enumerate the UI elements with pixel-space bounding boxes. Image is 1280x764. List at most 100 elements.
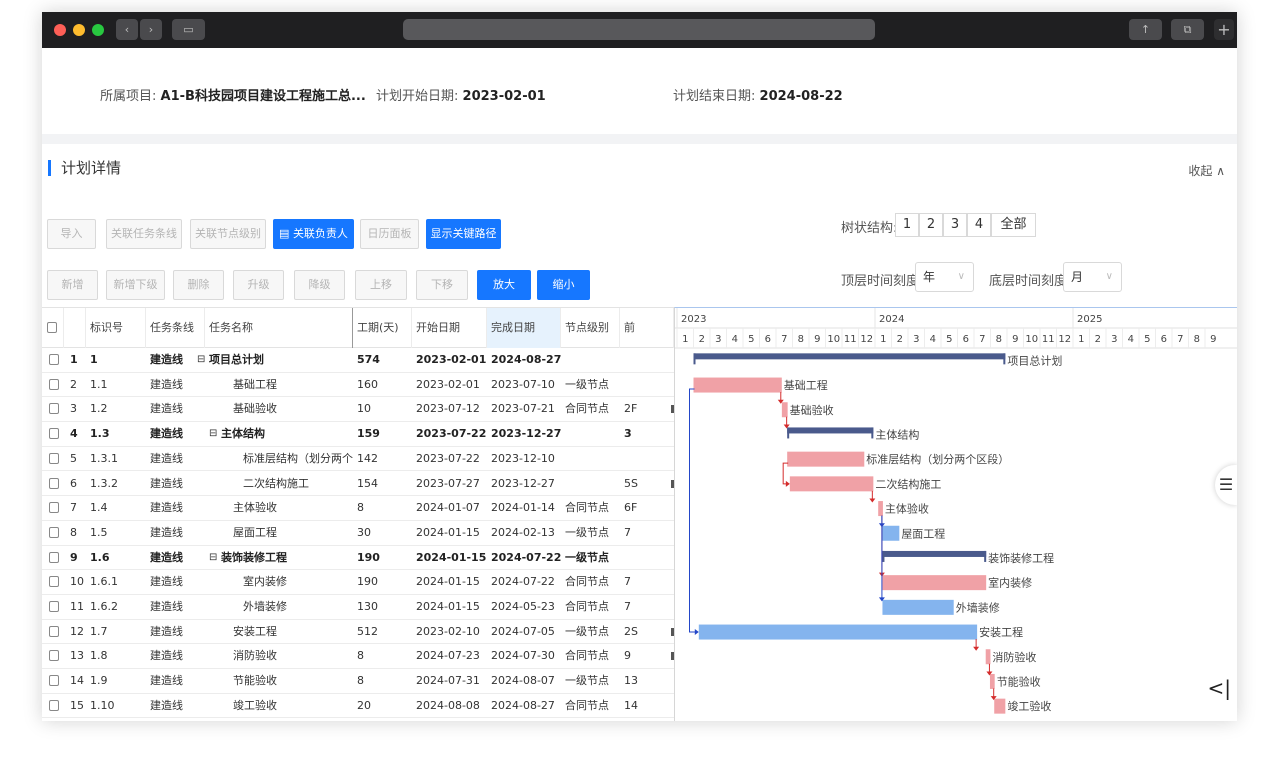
table-row[interactable]: 11 1.6.2 建造线 外墙装修 130 2024-01-15 2024-05-23 合同节… <box>42 595 674 620</box>
col-task-line[interactable]: 任务条线 <box>146 308 205 348</box>
row-checkbox[interactable] <box>49 551 59 563</box>
month-tick-label: 2 <box>1095 334 1101 345</box>
row-checkbox[interactable] <box>49 452 59 464</box>
import-button[interactable]: 导入 <box>47 219 96 249</box>
promote-button[interactable]: 升级 <box>233 270 284 300</box>
gantt-bar-label: 节能验收 <box>997 674 1041 688</box>
task-end-date: 2024-08-27 <box>491 698 555 712</box>
table-row[interactable]: 1 1 建造线 ⊟ 项目总计划 574 2023-02-01 2024-08-27 <box>42 348 674 373</box>
bottom-scale-select[interactable]: 月 ∨ <box>1063 262 1122 292</box>
tree-level-4[interactable]: 4 <box>967 213 991 237</box>
sidebar-toggle-icon[interactable]: ▭ <box>172 19 205 40</box>
zoom-out-button[interactable]: 缩小 <box>537 270 590 300</box>
address-bar[interactable] <box>403 19 875 40</box>
col-start-date[interactable]: 开始日期 <box>412 308 487 348</box>
table-row[interactable]: 5 1.3.1 建造线 标准层结构（划分两个区段 142 2023-07-22 2023-1… <box>42 447 674 472</box>
expand-toggle-icon[interactable]: ⊟ <box>197 348 205 372</box>
row-checkbox[interactable] <box>49 601 59 612</box>
month-tick-label: 8 <box>1194 334 1200 345</box>
gantt-bar-label: 屋面工程 <box>901 527 945 540</box>
table-row[interactable]: 15 1.10 建造线 竣工验收 20 2024-08-08 2024-08-27 合同节点 1… <box>42 694 674 719</box>
delete-button[interactable]: 删除 <box>173 270 224 300</box>
task-node-level: 一级节点 <box>565 674 609 688</box>
minimize-window-button[interactable] <box>73 24 85 36</box>
collapse-panel-icon[interactable]: <| <box>1208 676 1232 700</box>
task-end-date: 2024-01-14 <box>491 501 555 515</box>
row-checkbox[interactable] <box>49 428 59 440</box>
select-all-checkbox[interactable] <box>47 322 57 333</box>
tree-level-3[interactable]: 3 <box>943 213 967 237</box>
month-tick-label: 4 <box>732 334 738 345</box>
show-critical-path-button[interactable]: 显示关键路径 <box>426 219 501 249</box>
col-task-name[interactable]: 任务名称 <box>205 308 353 348</box>
row-checkbox[interactable] <box>49 378 59 390</box>
task-line: 建造线 <box>150 525 183 539</box>
row-number: 7 <box>70 501 77 515</box>
tree-level-1[interactable]: 1 <box>895 213 919 237</box>
expand-toggle-icon[interactable]: ⊟ <box>209 546 217 570</box>
link-owner-button[interactable]: ▤ 关联负责人 <box>273 219 354 249</box>
gantt-bar-label: 主体验收 <box>885 502 929 516</box>
row-checkbox[interactable] <box>49 675 59 687</box>
back-button[interactable]: ‹ <box>116 19 138 40</box>
row-checkbox[interactable] <box>49 699 59 711</box>
row-checkbox[interactable] <box>49 526 59 538</box>
table-row[interactable]: 14 1.9 建造线 节能验收 8 2024-07-31 2024-08-07 一级节点 13 <box>42 669 674 694</box>
tree-structure-label: 树状结构: <box>841 221 898 236</box>
row-checkbox[interactable] <box>49 625 59 637</box>
row-checkbox[interactable] <box>49 403 59 415</box>
row-checkbox[interactable] <box>49 576 59 588</box>
task-duration: 154 <box>357 476 378 490</box>
top-scale-select[interactable]: 年 ∨ <box>915 262 974 292</box>
col-node-level[interactable]: 节点级别 <box>561 308 620 348</box>
col-duration[interactable]: 工期(天) <box>353 308 412 348</box>
person-icon: ▤ <box>279 227 293 240</box>
month-tick-label: 5 <box>748 334 754 345</box>
month-tick-label: 1 <box>1078 334 1084 345</box>
link-task-line-button[interactable]: 关联任务条线 <box>106 219 182 249</box>
table-row[interactable]: 6 1.3.2 建造线 二次结构施工 154 2023-07-27 2023-12-27 5S <box>42 472 674 497</box>
close-window-button[interactable] <box>54 24 66 36</box>
new-tab-button[interactable]: + <box>1214 19 1234 40</box>
gantt-bar-label: 基础验收 <box>790 403 834 417</box>
share-icon[interactable]: ↑ <box>1129 19 1162 40</box>
row-checkbox[interactable] <box>49 477 59 489</box>
add-child-button[interactable]: 新增下级 <box>106 270 165 300</box>
row-checkbox[interactable] <box>49 650 59 662</box>
table-row[interactable]: 7 1.4 建造线 主体验收 8 2024-01-07 2024-01-14 合同节点 6F <box>42 496 674 521</box>
collapse-button[interactable]: 收起 ∧ <box>1188 162 1225 179</box>
row-number: 4 <box>70 427 78 441</box>
select-all-cell[interactable] <box>42 308 64 348</box>
tree-level-all[interactable]: 全部 <box>991 213 1036 237</box>
link-node-level-button[interactable]: 关联节点级别 <box>190 219 266 249</box>
chevron-down-icon: ∨ <box>957 271 965 282</box>
table-row[interactable]: 13 1.8 建造线 消防验收 8 2024-07-23 2024-07-30 合同节点 9 <box>42 644 674 670</box>
forward-button[interactable]: › <box>140 19 162 40</box>
tree-level-2[interactable]: 2 <box>919 213 943 237</box>
table-row[interactable]: 12 1.7 建造线 安装工程 512 2023-02-10 2024-07-05 一级节点 2… <box>42 620 674 645</box>
row-checkbox[interactable] <box>49 354 59 365</box>
table-row[interactable]: 10 1.6.1 建造线 室内装修 190 2024-01-15 2024-07-22 合同节… <box>42 570 674 595</box>
expand-toggle-icon[interactable]: ⊟ <box>209 422 217 446</box>
demote-button[interactable]: 降级 <box>294 270 345 300</box>
calendar-panel-button[interactable]: 日历面板 <box>360 219 419 249</box>
table-row[interactable]: 3 1.2 建造线 基础验收 10 2023-07-12 2023-07-21 合同节点 2F <box>42 397 674 423</box>
col-predecessor[interactable]: 前 <box>620 308 674 348</box>
table-row[interactable]: 4 1.3 建造线 ⊟ 主体结构 159 2023-07-22 2023-12-27 3 <box>42 422 674 447</box>
gantt-bar <box>878 501 883 517</box>
zoom-in-button[interactable]: 放大 <box>477 270 531 300</box>
table-row[interactable]: 8 1.5 建造线 屋面工程 30 2024-01-15 2024-02-13 一级节点 7 <box>42 521 674 546</box>
move-up-button[interactable]: 上移 <box>355 270 407 300</box>
task-line: 建造线 <box>150 377 183 391</box>
table-row[interactable]: 9 1.6 建造线 ⊟ 装饰装修工程 190 2024-01-15 2024-07-22 一级节… <box>42 546 674 571</box>
col-end-date[interactable]: 完成日期 <box>487 308 561 348</box>
tabs-overview-icon[interactable]: ⧉ <box>1171 19 1204 40</box>
row-checkbox[interactable] <box>49 502 59 514</box>
month-tick-label: 9 <box>1012 334 1018 345</box>
move-down-button[interactable]: 下移 <box>416 270 468 300</box>
add-button[interactable]: 新增 <box>47 270 98 300</box>
maximize-window-button[interactable] <box>92 24 104 36</box>
task-name: 二次结构施工 <box>243 476 309 490</box>
col-id[interactable]: 标识号 <box>86 308 146 348</box>
table-row[interactable]: 2 1.1 建造线 基础工程 160 2023-02-01 2023-07-10 一级节点 <box>42 373 674 398</box>
